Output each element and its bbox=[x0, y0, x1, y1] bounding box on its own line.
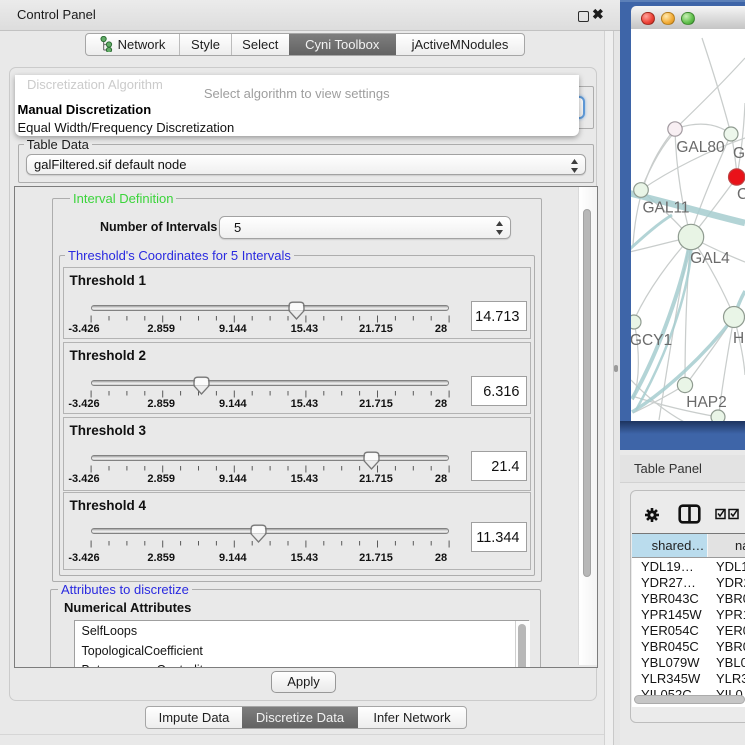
svg-text:H: H bbox=[733, 330, 744, 347]
svg-text:GAL11: GAL11 bbox=[642, 200, 689, 217]
svg-text:GCY1: GCY1 bbox=[631, 332, 672, 349]
svg-text:GAL4: GAL4 bbox=[690, 250, 730, 267]
svg-text:CR: CR bbox=[737, 186, 745, 203]
svg-text:HAP2: HAP2 bbox=[686, 394, 727, 411]
svg-text:GAL80: GAL80 bbox=[676, 139, 725, 156]
svg-text:GA: GA bbox=[733, 145, 745, 162]
